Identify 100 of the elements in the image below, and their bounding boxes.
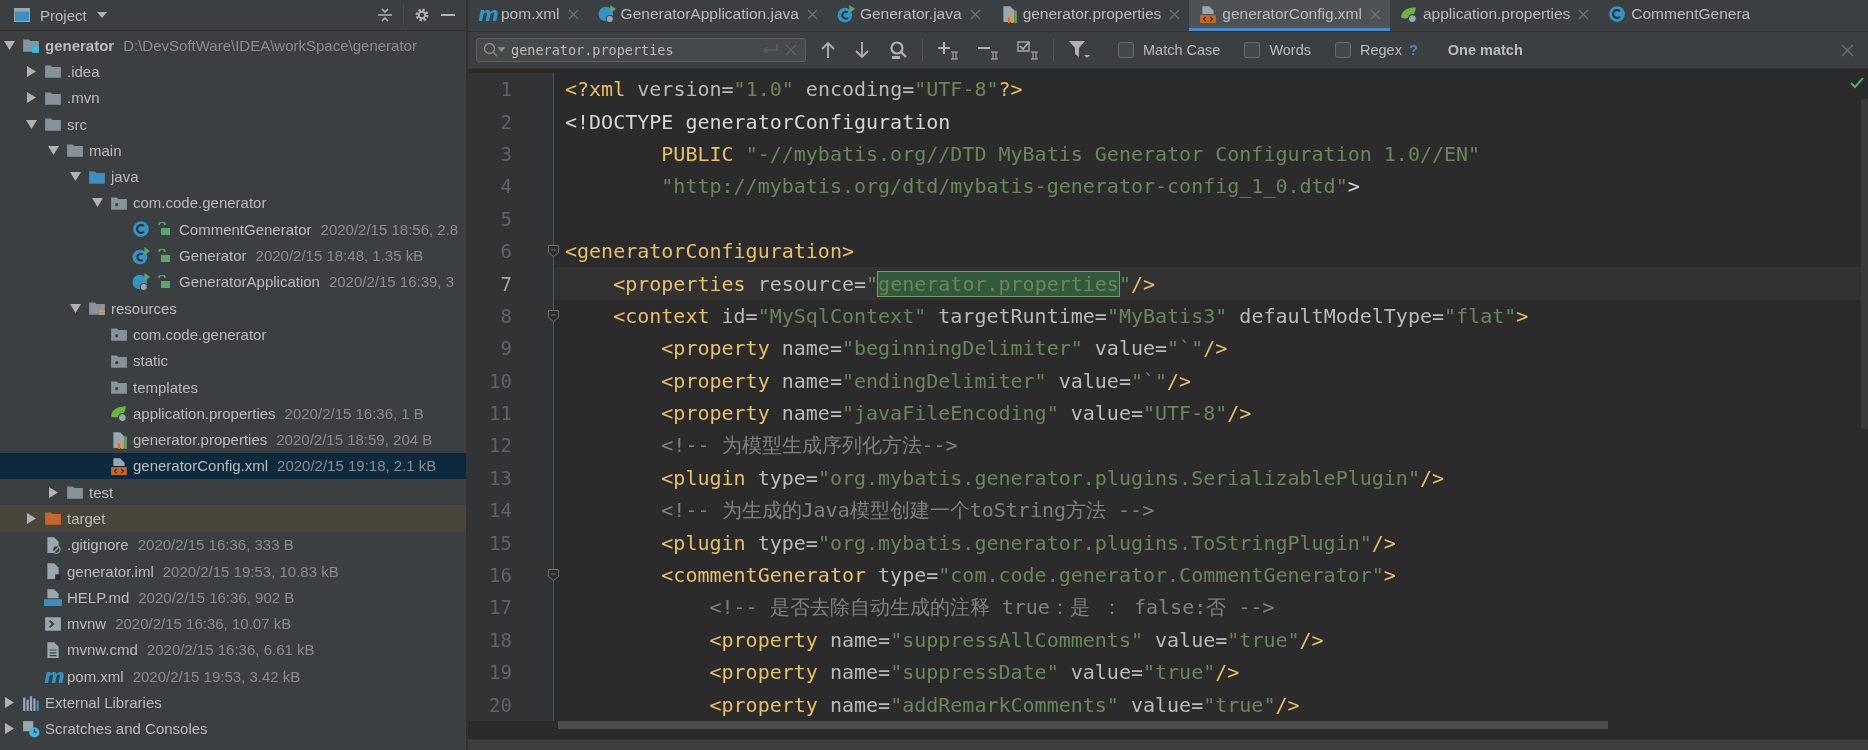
tree-item[interactable]: .gitignore 2020/2/15 16:36, 333 B (0, 531, 466, 558)
item-name: templates (133, 378, 199, 396)
tree-item[interactable]: .idea (0, 58, 466, 85)
tree-item[interactable]: External Libraries (0, 689, 466, 716)
tree-item[interactable]: test (0, 479, 466, 506)
tree-item[interactable]: com.code.generator (0, 189, 466, 217)
expand-arrow-icon[interactable] (70, 171, 81, 183)
fold-icon[interactable] (548, 309, 559, 322)
expand-arrow-icon[interactable] (92, 197, 103, 209)
checkbox[interactable] (1335, 42, 1351, 58)
item-name: .gitignore (67, 536, 129, 554)
tree-item[interactable]: Scratches and Consoles (0, 715, 466, 742)
expand-arrow-icon[interactable] (4, 697, 15, 709)
checkbox[interactable] (1244, 42, 1261, 58)
tree-item[interactable]: main (0, 137, 466, 164)
class-icon (1608, 5, 1627, 23)
checkbox-label[interactable]: Words (1269, 42, 1311, 58)
select-all-icon[interactable] (1017, 40, 1039, 60)
tree-item[interactable]: Generator 2020/2/15 18:48, 1.35 kB (0, 242, 466, 269)
scrollbar-thumb[interactable] (558, 721, 1608, 729)
tree-item[interactable]: static (0, 347, 466, 374)
code-line: <property name="suppressDate" value="true"/> (708, 660, 1240, 685)
tree-item[interactable]: target (0, 505, 466, 532)
arrow-up-icon[interactable] (820, 41, 836, 59)
editor-tab[interactable]: application.properties (1389, 0, 1599, 31)
item-name: application.properties (133, 404, 276, 422)
panel-title[interactable]: Project (40, 6, 87, 24)
folder-icon (88, 299, 106, 318)
arrow-down-icon[interactable] (854, 41, 870, 59)
code-line: <!DOCTYPE generatorConfiguration (564, 109, 951, 134)
expand-arrow-icon[interactable] (26, 92, 37, 104)
package-icon (110, 378, 128, 396)
item-name: generatorConfig.xml (133, 457, 269, 475)
tree-item[interactable]: .mvn (0, 84, 466, 111)
code-line: <!-- 为生成的Java模型创建一个toString方法 --> (660, 496, 1155, 524)
scratch-clock-icon (22, 719, 40, 738)
tree-item[interactable]: m pom.xml 2020/2/15 19:53, 3.42 kB (0, 663, 466, 690)
tree-item[interactable]: generator.iml 2020/2/15 19:53, 10.83 kB (0, 557, 466, 585)
item-name: .idea (67, 62, 100, 80)
item-name: test (89, 483, 114, 501)
tree-item[interactable]: generatorConfig.xml 2020/2/15 19:18, 2.1 kB (0, 452, 466, 480)
expand-arrow-icon[interactable] (4, 39, 15, 51)
editor-tab[interactable]: CommentGenera (1598, 0, 1768, 31)
caret-icon[interactable] (96, 12, 107, 18)
code-line: <?xml version="1.0" encoding="UTF-8"?> (564, 77, 1023, 102)
item-name: com.code.generator (133, 325, 267, 343)
match-count: One match (1447, 42, 1523, 58)
item-name: pom.xml (67, 667, 124, 685)
expand-arrow-icon[interactable] (48, 144, 59, 156)
expand-arrow-icon[interactable] (70, 302, 81, 314)
editor-tab[interactable]: generator.properties (989, 0, 1190, 31)
item-name: target (67, 510, 106, 527)
tree-item[interactable]: HELP.md 2020/2/15 16:36, 902 B (0, 584, 466, 611)
item-name: generator (45, 36, 115, 54)
collapse-all-icon[interactable] (377, 7, 393, 23)
tree-item[interactable]: java (0, 163, 466, 190)
item-details: 2020/2/15 16:36, 902 B (138, 588, 295, 606)
package-icon (110, 325, 128, 344)
item-details: 2020/2/15 19:53, 3.42 kB (132, 667, 301, 685)
item-name: CommentGenerator (179, 220, 312, 238)
item-details: 2020/2/15 16:36, 10.07 kB (115, 615, 292, 633)
settings-icon[interactable] (414, 7, 430, 23)
text-file-icon (44, 640, 62, 659)
checkbox[interactable] (1118, 42, 1134, 58)
expand-arrow-icon[interactable] (4, 723, 15, 735)
find-all-icon[interactable] (888, 40, 908, 60)
editor-tab[interactable]: GeneratorApplication.java (587, 0, 827, 31)
code-line: <context id="MySqlContext" targetRuntime="MyBatis3" defaultModelType="flat"> (612, 303, 1529, 328)
tree-item[interactable]: com.code.generator (0, 321, 466, 348)
help-link[interactable]: ? (1408, 42, 1418, 58)
code-line: <properties resource="generator.properties"/> (612, 271, 1156, 296)
leaf-gear-icon (1399, 5, 1418, 23)
fold-icon[interactable] (548, 244, 559, 257)
tree-item[interactable]: templates (0, 373, 466, 401)
tree-item[interactable]: generator D:\DevSoftWare\IDEA\workSpace\generator (0, 32, 466, 59)
tree-item[interactable]: src (0, 110, 466, 138)
item-name: mvnw.cmd (67, 641, 138, 659)
fold-icon[interactable] (548, 568, 559, 581)
folder-icon (66, 483, 84, 502)
checkbox-label[interactable]: Match Case (1143, 42, 1221, 58)
tree-item[interactable]: mvnw.cmd 2020/2/15 16:36, 6.61 kB (0, 636, 466, 664)
editor-tab[interactable]: Generator.java (826, 0, 990, 31)
folder-icon (44, 509, 62, 528)
editor-tab[interactable]: generatorConfig.xml (1189, 0, 1390, 31)
tree-item[interactable]: generator.properties 2020/2/15 18:59, 204 B (0, 426, 466, 453)
tree-item[interactable]: resources (0, 294, 466, 322)
add-occurrence-icon[interactable] (937, 40, 959, 60)
filter-icon[interactable] (1068, 40, 1090, 60)
expand-arrow-icon[interactable] (26, 513, 37, 524)
item-details: 2020/2/15 19:53, 10.83 kB (162, 562, 339, 580)
tree-item[interactable]: application.properties 2020/2/15 16:36, 1 B (0, 400, 466, 427)
item-details: 2020/2/15 19:18, 2.1 kB (277, 457, 437, 475)
tree-item[interactable]: CommentGenerator 2020/2/15 18:56, 2.8 (0, 216, 466, 243)
expand-arrow-icon[interactable] (26, 65, 37, 77)
tree-item[interactable]: GeneratorApplication 2020/2/15 16:39, 3 (0, 268, 466, 295)
expand-arrow-icon[interactable] (26, 118, 37, 130)
tree-item[interactable]: mvnw 2020/2/15 16:36, 10.07 kB (0, 610, 466, 637)
expand-arrow-icon[interactable] (48, 486, 59, 498)
checkbox-label[interactable]: Regex (1360, 42, 1402, 58)
item-name: generator.properties (133, 431, 268, 449)
